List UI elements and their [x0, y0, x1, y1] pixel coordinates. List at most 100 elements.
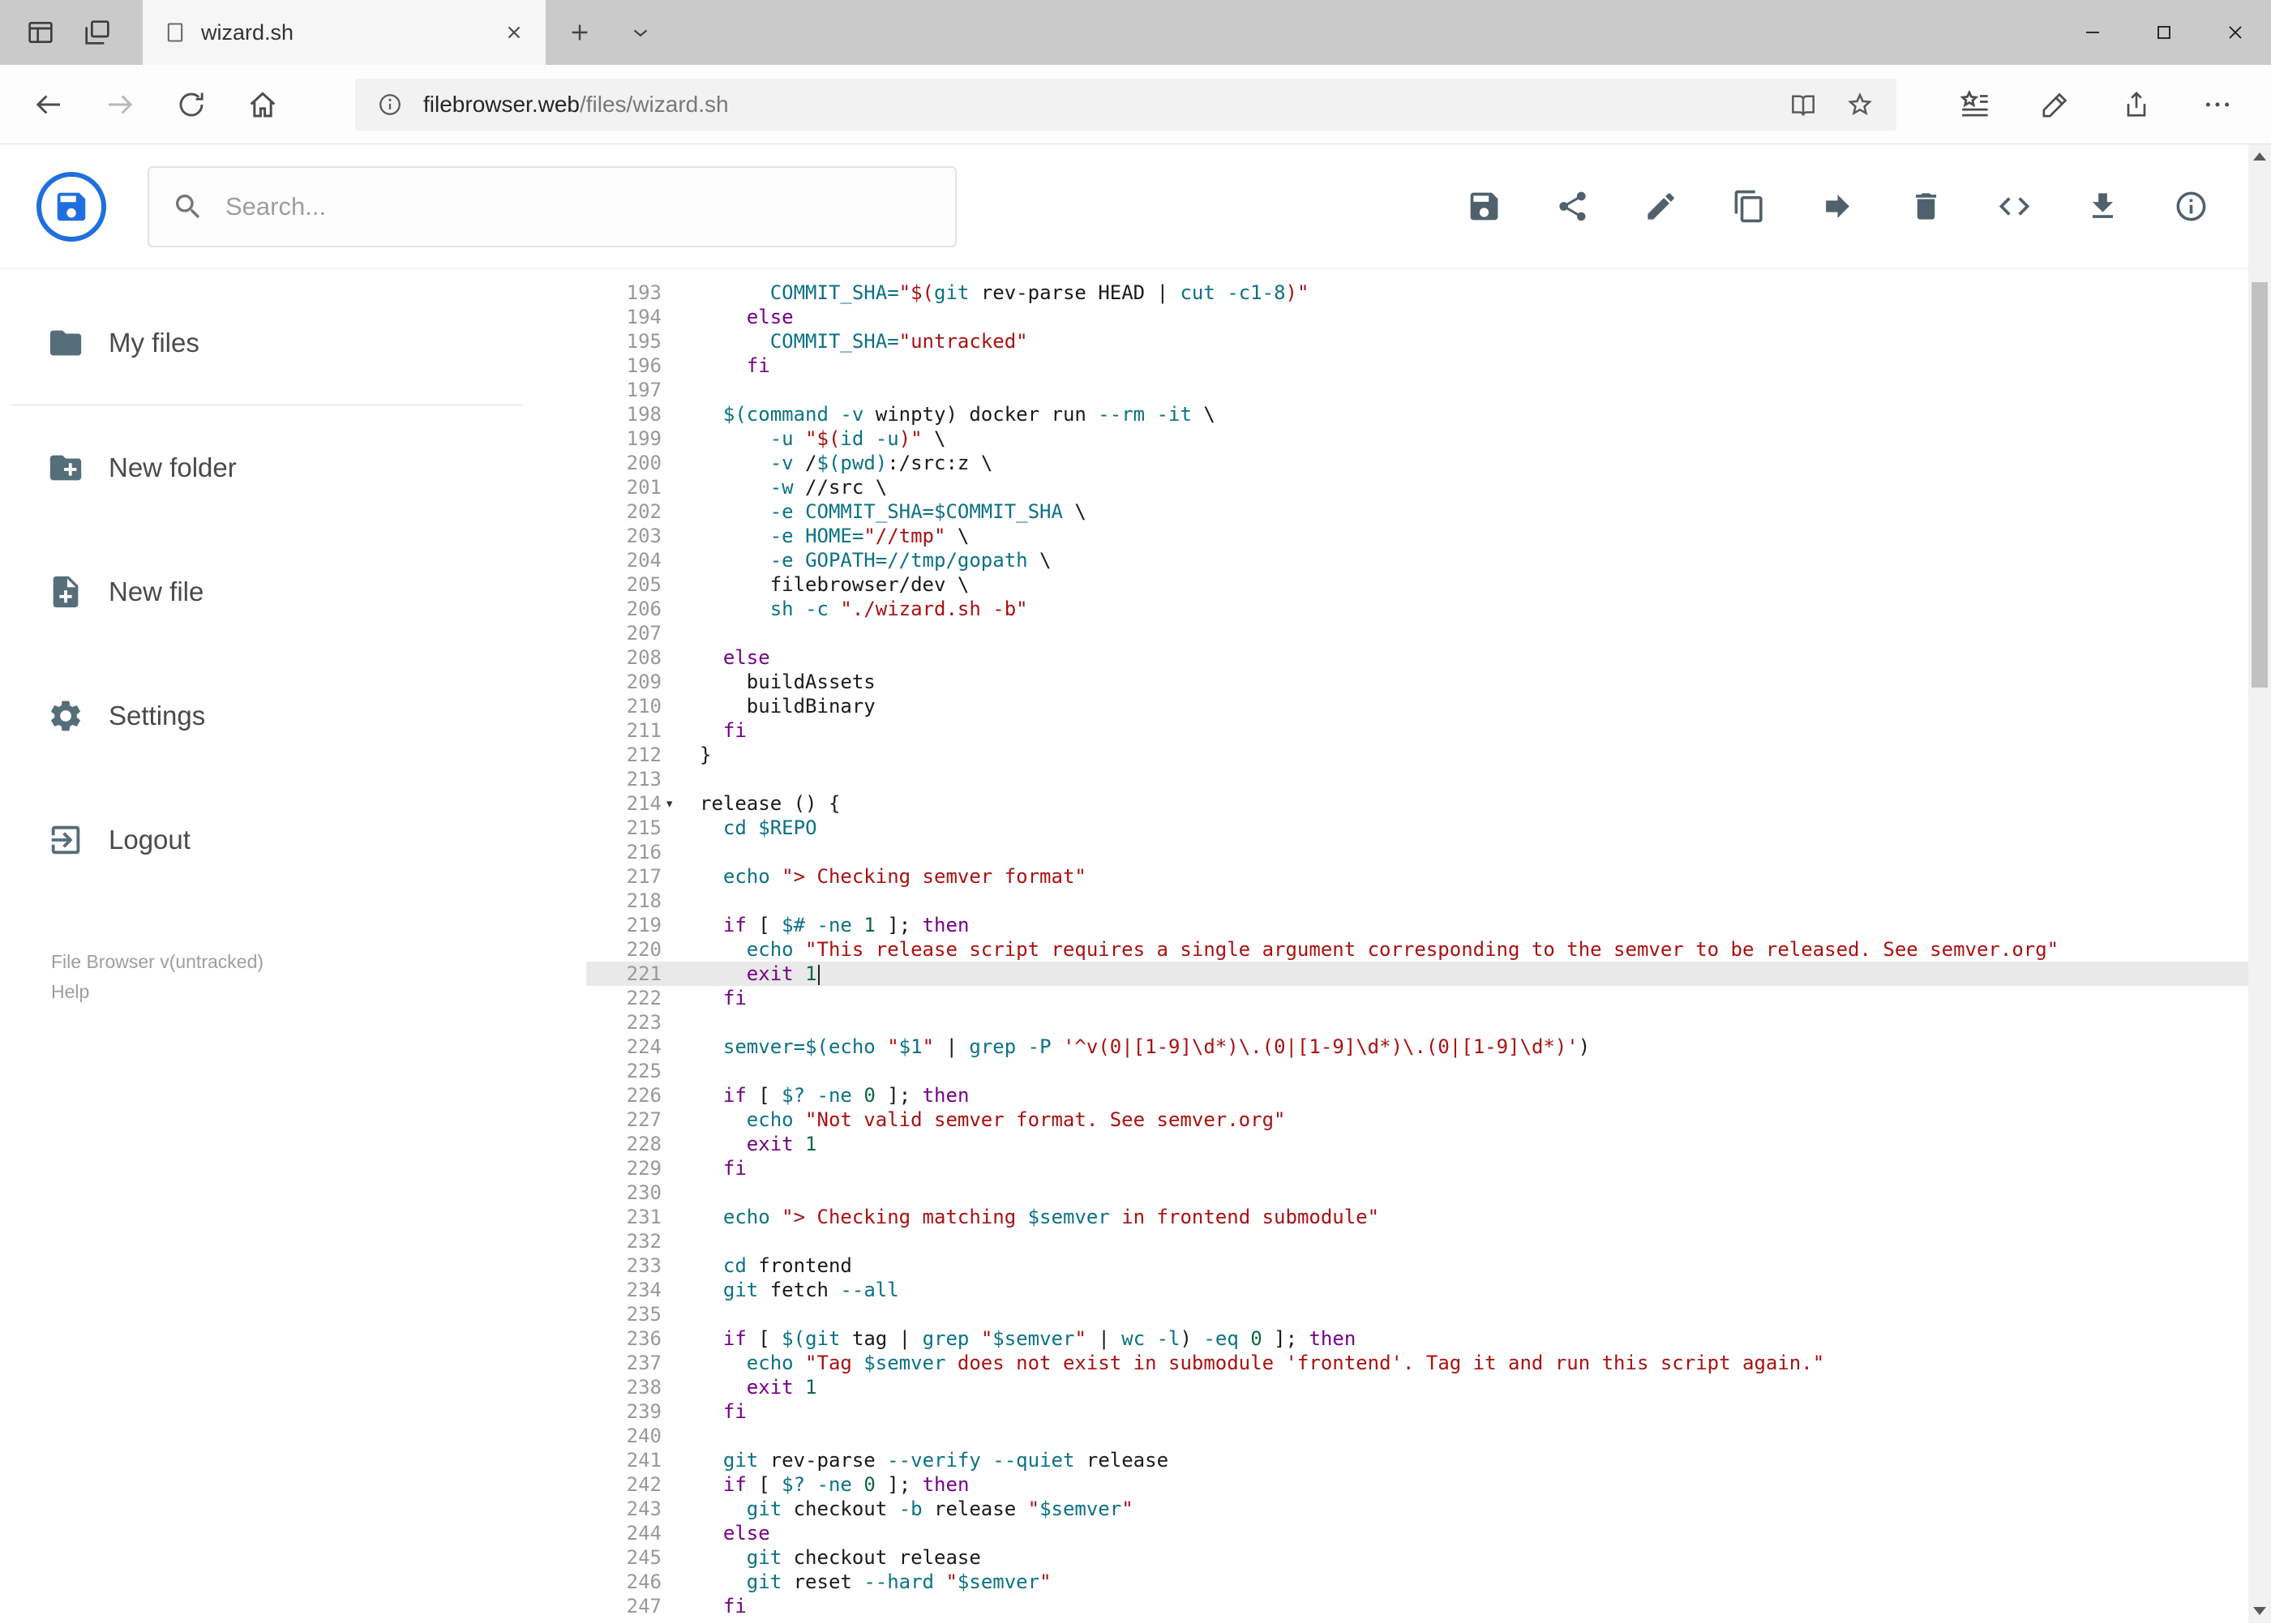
address-bar[interactable]: filebrowser.web/files/wizard.sh	[355, 78, 1896, 131]
move-button[interactable]	[1819, 188, 1856, 225]
code-line[interactable]: 208 else	[586, 645, 2271, 670]
code-line[interactable]: 244 else	[586, 1521, 2271, 1545]
sidebar-item-my-files[interactable]: My files	[0, 281, 586, 405]
code-line[interactable]: 240	[586, 1424, 2271, 1448]
code-line[interactable]: 193 COMMIT_SHA="$(git rev-parse HEAD | c…	[586, 281, 2271, 305]
code-line[interactable]: 204 -e GOPATH=//tmp/gopath \	[586, 548, 2271, 572]
delete-button[interactable]	[1908, 188, 1944, 225]
code-line[interactable]: 207	[586, 621, 2271, 645]
code-line[interactable]: 247 fi	[586, 1594, 2271, 1618]
web-note-pen-icon[interactable]	[2015, 74, 2096, 135]
close-window-button[interactable]	[2200, 0, 2271, 65]
rename-button[interactable]	[1643, 188, 1679, 225]
code-line[interactable]: 233 cd frontend	[586, 1253, 2271, 1278]
code-line[interactable]: 212}	[586, 743, 2271, 767]
code-line[interactable]: 200 -v /$(pwd):/src:z \	[586, 451, 2271, 475]
code-line[interactable]: 237 echo "Tag $semver does not exist in …	[586, 1351, 2271, 1375]
share-page-icon[interactable]	[2096, 74, 2177, 135]
code-line[interactable]: 198 $(command -v winpty) docker run --rm…	[586, 402, 2271, 426]
download-button[interactable]	[2085, 188, 2121, 225]
code-line[interactable]: 228 exit 1	[586, 1132, 2271, 1156]
home-button[interactable]	[227, 74, 298, 135]
code-line[interactable]: 223	[586, 1010, 2271, 1035]
sidebar-item-new-file[interactable]: New file	[0, 529, 586, 653]
code-line[interactable]: 238 exit 1	[586, 1375, 2271, 1399]
code-line[interactable]: 222 fi	[586, 986, 2271, 1010]
help-link[interactable]: Help	[51, 977, 586, 1007]
sidebar-item-logout[interactable]: Logout	[0, 778, 586, 902]
code-line[interactable]: 234 git fetch --all	[586, 1278, 2271, 1302]
code-line[interactable]: 242 if [ $? -ne 0 ]; then	[586, 1472, 2271, 1497]
copy-button[interactable]	[1731, 188, 1768, 225]
code-line[interactable]: 236 if [ $(git tag | grep "$semver" | wc…	[586, 1326, 2271, 1351]
browser-tab-wizard-sh[interactable]: wizard.sh	[143, 0, 546, 65]
scrollbar-up-arrow-icon[interactable]	[2253, 152, 2266, 161]
info-button[interactable]	[2173, 188, 2209, 225]
code-line[interactable]: 217 echo "> Checking semver format"	[586, 864, 2271, 889]
code-line[interactable]: 229 fi	[586, 1156, 2271, 1181]
code-editor[interactable]: 193 COMMIT_SHA="$(git rev-parse HEAD | c…	[586, 269, 2271, 1622]
code-line[interactable]: 227 echo "Not valid semver format. See s…	[586, 1108, 2271, 1132]
code-line[interactable]: 224 semver=$(echo "$1" | grep -P '^v(0|[…	[586, 1035, 2271, 1059]
code-line[interactable]: 206 sh -c "./wizard.sh -b"	[586, 597, 2271, 621]
filebrowser-logo-icon[interactable]	[36, 171, 106, 242]
code-line[interactable]: 210 buildBinary	[586, 694, 2271, 718]
maximize-button[interactable]	[2128, 0, 2200, 65]
tab-preview-icon[interactable]	[24, 16, 57, 49]
code-line[interactable]: 225	[586, 1059, 2271, 1083]
code-line[interactable]: 211 fi	[586, 718, 2271, 743]
share-button[interactable]	[1554, 188, 1591, 225]
favorite-star-icon[interactable]	[1838, 89, 1882, 120]
more-options-icon[interactable]	[2177, 74, 2258, 135]
code-line[interactable]: 209 buildAssets	[586, 670, 2271, 694]
code-line[interactable]: 220 echo "This release script requires a…	[586, 937, 2271, 962]
code-line[interactable]: 194 else	[586, 305, 2271, 329]
code-line[interactable]: 245 git checkout release	[586, 1545, 2271, 1570]
sidebar-item-new-folder[interactable]: New folder	[0, 405, 586, 529]
set-tabs-aside-icon[interactable]	[81, 16, 114, 49]
code-line[interactable]: 215 cd $REPO	[586, 816, 2271, 840]
code-line[interactable]: 239 fi	[586, 1399, 2271, 1424]
minimize-button[interactable]	[2057, 0, 2128, 65]
forward-button[interactable]	[84, 74, 156, 135]
reading-view-icon[interactable]	[1781, 89, 1825, 120]
code-line[interactable]: 232	[586, 1229, 2271, 1253]
code-line[interactable]: 221 exit 1	[586, 962, 2271, 986]
code-line[interactable]: 235	[586, 1302, 2271, 1326]
code-line[interactable]: 195 COMMIT_SHA="untracked"	[586, 329, 2271, 354]
tab-close-icon[interactable]	[503, 22, 525, 43]
code-line[interactable]: 214 ▾ release () {	[586, 791, 2271, 816]
favorites-hub-icon[interactable]	[1934, 74, 2015, 135]
code-line[interactable]: 197	[586, 378, 2271, 402]
search-input[interactable]	[225, 191, 932, 221]
code-line[interactable]: 213	[586, 767, 2271, 791]
tab-list-chevron-icon[interactable]	[614, 0, 667, 65]
url-text[interactable]: filebrowser.web/files/wizard.sh	[423, 92, 1768, 118]
code-line[interactable]: 246 git reset --hard "$semver"	[586, 1570, 2271, 1594]
site-info-icon[interactable]	[370, 91, 410, 118]
search-box[interactable]	[148, 165, 957, 247]
code-line[interactable]: 226 if [ $? -ne 0 ]; then	[586, 1083, 2271, 1108]
page-scrollbar[interactable]	[2248, 144, 2271, 1623]
code-line[interactable]: 205 filebrowser/dev \	[586, 572, 2271, 597]
code-line[interactable]: 231 echo "> Checking matching $semver in…	[586, 1205, 2271, 1229]
code-line[interactable]: 218	[586, 889, 2271, 913]
code-line[interactable]: 201 -w //src \	[586, 475, 2271, 499]
code-line[interactable]: 243 git checkout -b release "$semver"	[586, 1497, 2271, 1521]
code-line[interactable]: 202 -e COMMIT_SHA=$COMMIT_SHA \	[586, 499, 2271, 524]
refresh-button[interactable]	[156, 74, 227, 135]
code-line[interactable]: 199 -u "$(id -u)" \	[586, 426, 2271, 451]
code-line[interactable]: 216	[586, 840, 2271, 864]
scrollbar-thumb[interactable]	[2252, 282, 2268, 688]
code-line[interactable]: 203 -e HOME="//tmp" \	[586, 524, 2271, 548]
scrollbar-down-arrow-icon[interactable]	[2253, 1607, 2266, 1615]
back-button[interactable]	[13, 74, 84, 135]
code-line[interactable]: 196 fi	[586, 354, 2271, 378]
sidebar-item-settings[interactable]: Settings	[0, 653, 586, 778]
code-line[interactable]: 230	[586, 1181, 2271, 1205]
save-button[interactable]	[1466, 188, 1502, 225]
raw-code-button[interactable]	[1996, 188, 2033, 225]
code-line[interactable]: 219 if [ $# -ne 1 ]; then	[586, 913, 2271, 937]
fold-marker-icon[interactable]: ▾	[662, 791, 700, 816]
new-tab-button[interactable]	[546, 0, 614, 65]
